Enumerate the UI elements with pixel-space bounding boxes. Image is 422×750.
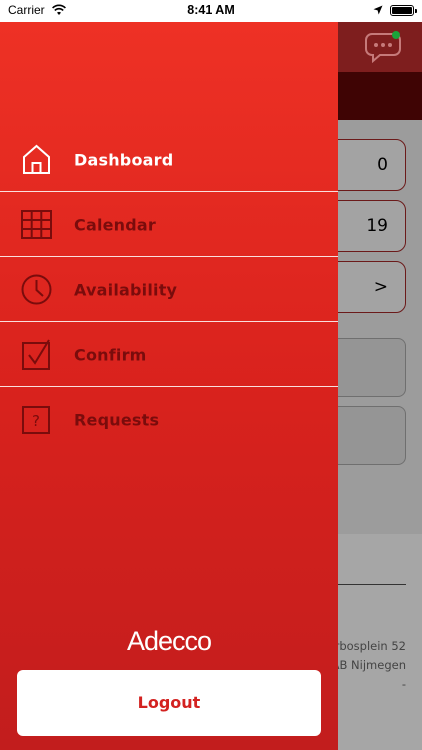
address-line: - [401,677,406,691]
question-box-icon: ? [22,406,50,434]
home-icon [23,144,50,174]
address-line: erbosplein 52 [327,639,406,653]
checkbox-check-icon [22,339,50,370]
menu-item-label: Dashboard [74,150,174,169]
battery-icon [390,5,417,16]
menu-item-availability[interactable]: Availability [0,257,338,322]
card-value: 0 [377,155,388,175]
chat-bubble-icon[interactable] [364,31,402,63]
menu-item-label: Confirm [74,345,147,364]
logout-button[interactable]: Logout [17,670,321,736]
side-drawer: Dashboard Calendar Availability Confirm [0,22,338,750]
menu-item-calendar[interactable]: Calendar [0,192,338,257]
card-value: > [373,277,388,297]
calendar-grid-icon [21,210,52,239]
menu-item-confirm[interactable]: Confirm [0,322,338,387]
menu-item-label: Requests [74,410,160,429]
menu-item-dashboard[interactable]: Dashboard [0,127,338,192]
address-line: AB Nijmegen [331,658,406,672]
clock-time: 8:41 AM [187,3,235,17]
card-value: 19 [366,216,388,236]
drawer-menu: Dashboard Calendar Availability Confirm [0,127,338,452]
menu-item-requests[interactable]: ? Requests [0,387,338,452]
status-bar: Carrier 8:41 AM [0,0,422,22]
divider [336,584,406,585]
menu-item-label: Availability [74,280,178,299]
location-arrow-icon [373,5,383,15]
menu-item-label: Calendar [74,215,157,234]
clock-icon [21,274,52,305]
brand-logo: Adecco [126,626,212,656]
svg-text:?: ? [32,412,40,430]
